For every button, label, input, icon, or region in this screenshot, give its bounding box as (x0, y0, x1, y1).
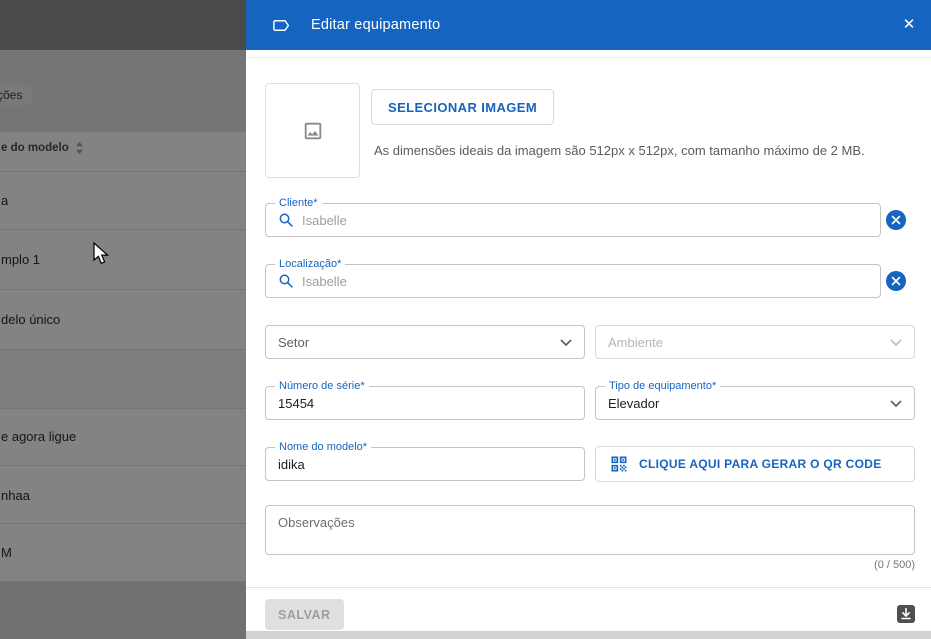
tipo-equipamento-select[interactable]: Tipo de equipamento* Elevador (595, 380, 915, 420)
image-helper-text: As dimensões ideais da imagem são 512px … (374, 143, 865, 158)
numero-serie-field[interactable]: Número de série* 15454 (265, 380, 585, 420)
image-placeholder (265, 83, 360, 178)
close-button[interactable]: ✕ (897, 13, 921, 37)
localizacao-value: Isabelle (302, 273, 347, 289)
localizacao-label: Localização* (275, 258, 346, 271)
screen: ções e do modelo a mplo 1 delo único e a… (0, 0, 931, 639)
localizacao-field[interactable]: Localização* Isabelle (265, 258, 881, 298)
localizacao-clear-button[interactable] (886, 271, 906, 291)
cliente-field[interactable]: Cliente* Isabelle (265, 197, 881, 237)
setor-select[interactable]: Setor (265, 325, 585, 359)
bottom-strip (246, 631, 931, 639)
qr-button-label: CLIQUE AQUI PARA GERAR O QR CODE (639, 457, 882, 471)
cliente-value: Isabelle (302, 212, 347, 228)
divider (246, 587, 931, 588)
divider (246, 57, 931, 58)
qr-code-icon (611, 456, 627, 472)
search-icon (279, 213, 293, 227)
dialog-title: Editar equipamento (311, 17, 441, 33)
cliente-label: Cliente* (275, 197, 322, 210)
tipo-equipamento-label: Tipo de equipamento* (605, 380, 721, 393)
clear-icon (891, 215, 901, 225)
observacoes-label: Observações (278, 515, 355, 530)
numero-serie-label: Número de série* (275, 380, 369, 393)
char-counter: (0 / 500) (874, 559, 915, 571)
nome-modelo-value: idika (278, 456, 305, 472)
chevron-down-icon (890, 338, 902, 346)
tipo-equipamento-value: Elevador (608, 395, 660, 411)
observacoes-textarea[interactable]: Observações (265, 505, 915, 555)
ambiente-select[interactable]: Ambiente (595, 325, 915, 359)
generate-qr-code-button[interactable]: CLIQUE AQUI PARA GERAR O QR CODE (595, 446, 915, 482)
setor-label: Setor (278, 334, 310, 350)
download-box-icon (897, 605, 915, 623)
clear-icon (891, 276, 901, 286)
select-image-button[interactable]: SELECIONAR IMAGEM (371, 89, 555, 125)
search-icon (279, 274, 293, 288)
numero-serie-value: 15454 (278, 395, 315, 411)
chevron-down-icon (560, 338, 572, 346)
save-button[interactable]: SALVAR (265, 599, 344, 630)
cliente-clear-button[interactable] (886, 210, 906, 230)
nome-modelo-label: Nome do modelo* (275, 441, 372, 454)
nome-modelo-field[interactable]: Nome do modelo* idika (265, 441, 585, 481)
edit-equipment-dialog: Editar equipamento ✕ SELECIONAR IMAGEM A… (246, 0, 931, 639)
label-icon (272, 16, 291, 35)
chevron-down-icon (890, 399, 902, 407)
mouse-cursor (93, 242, 110, 265)
export-download-button[interactable] (897, 605, 915, 626)
ambiente-label: Ambiente (608, 334, 663, 350)
image-icon (304, 122, 321, 139)
dialog-header: Editar equipamento ✕ (246, 0, 931, 50)
